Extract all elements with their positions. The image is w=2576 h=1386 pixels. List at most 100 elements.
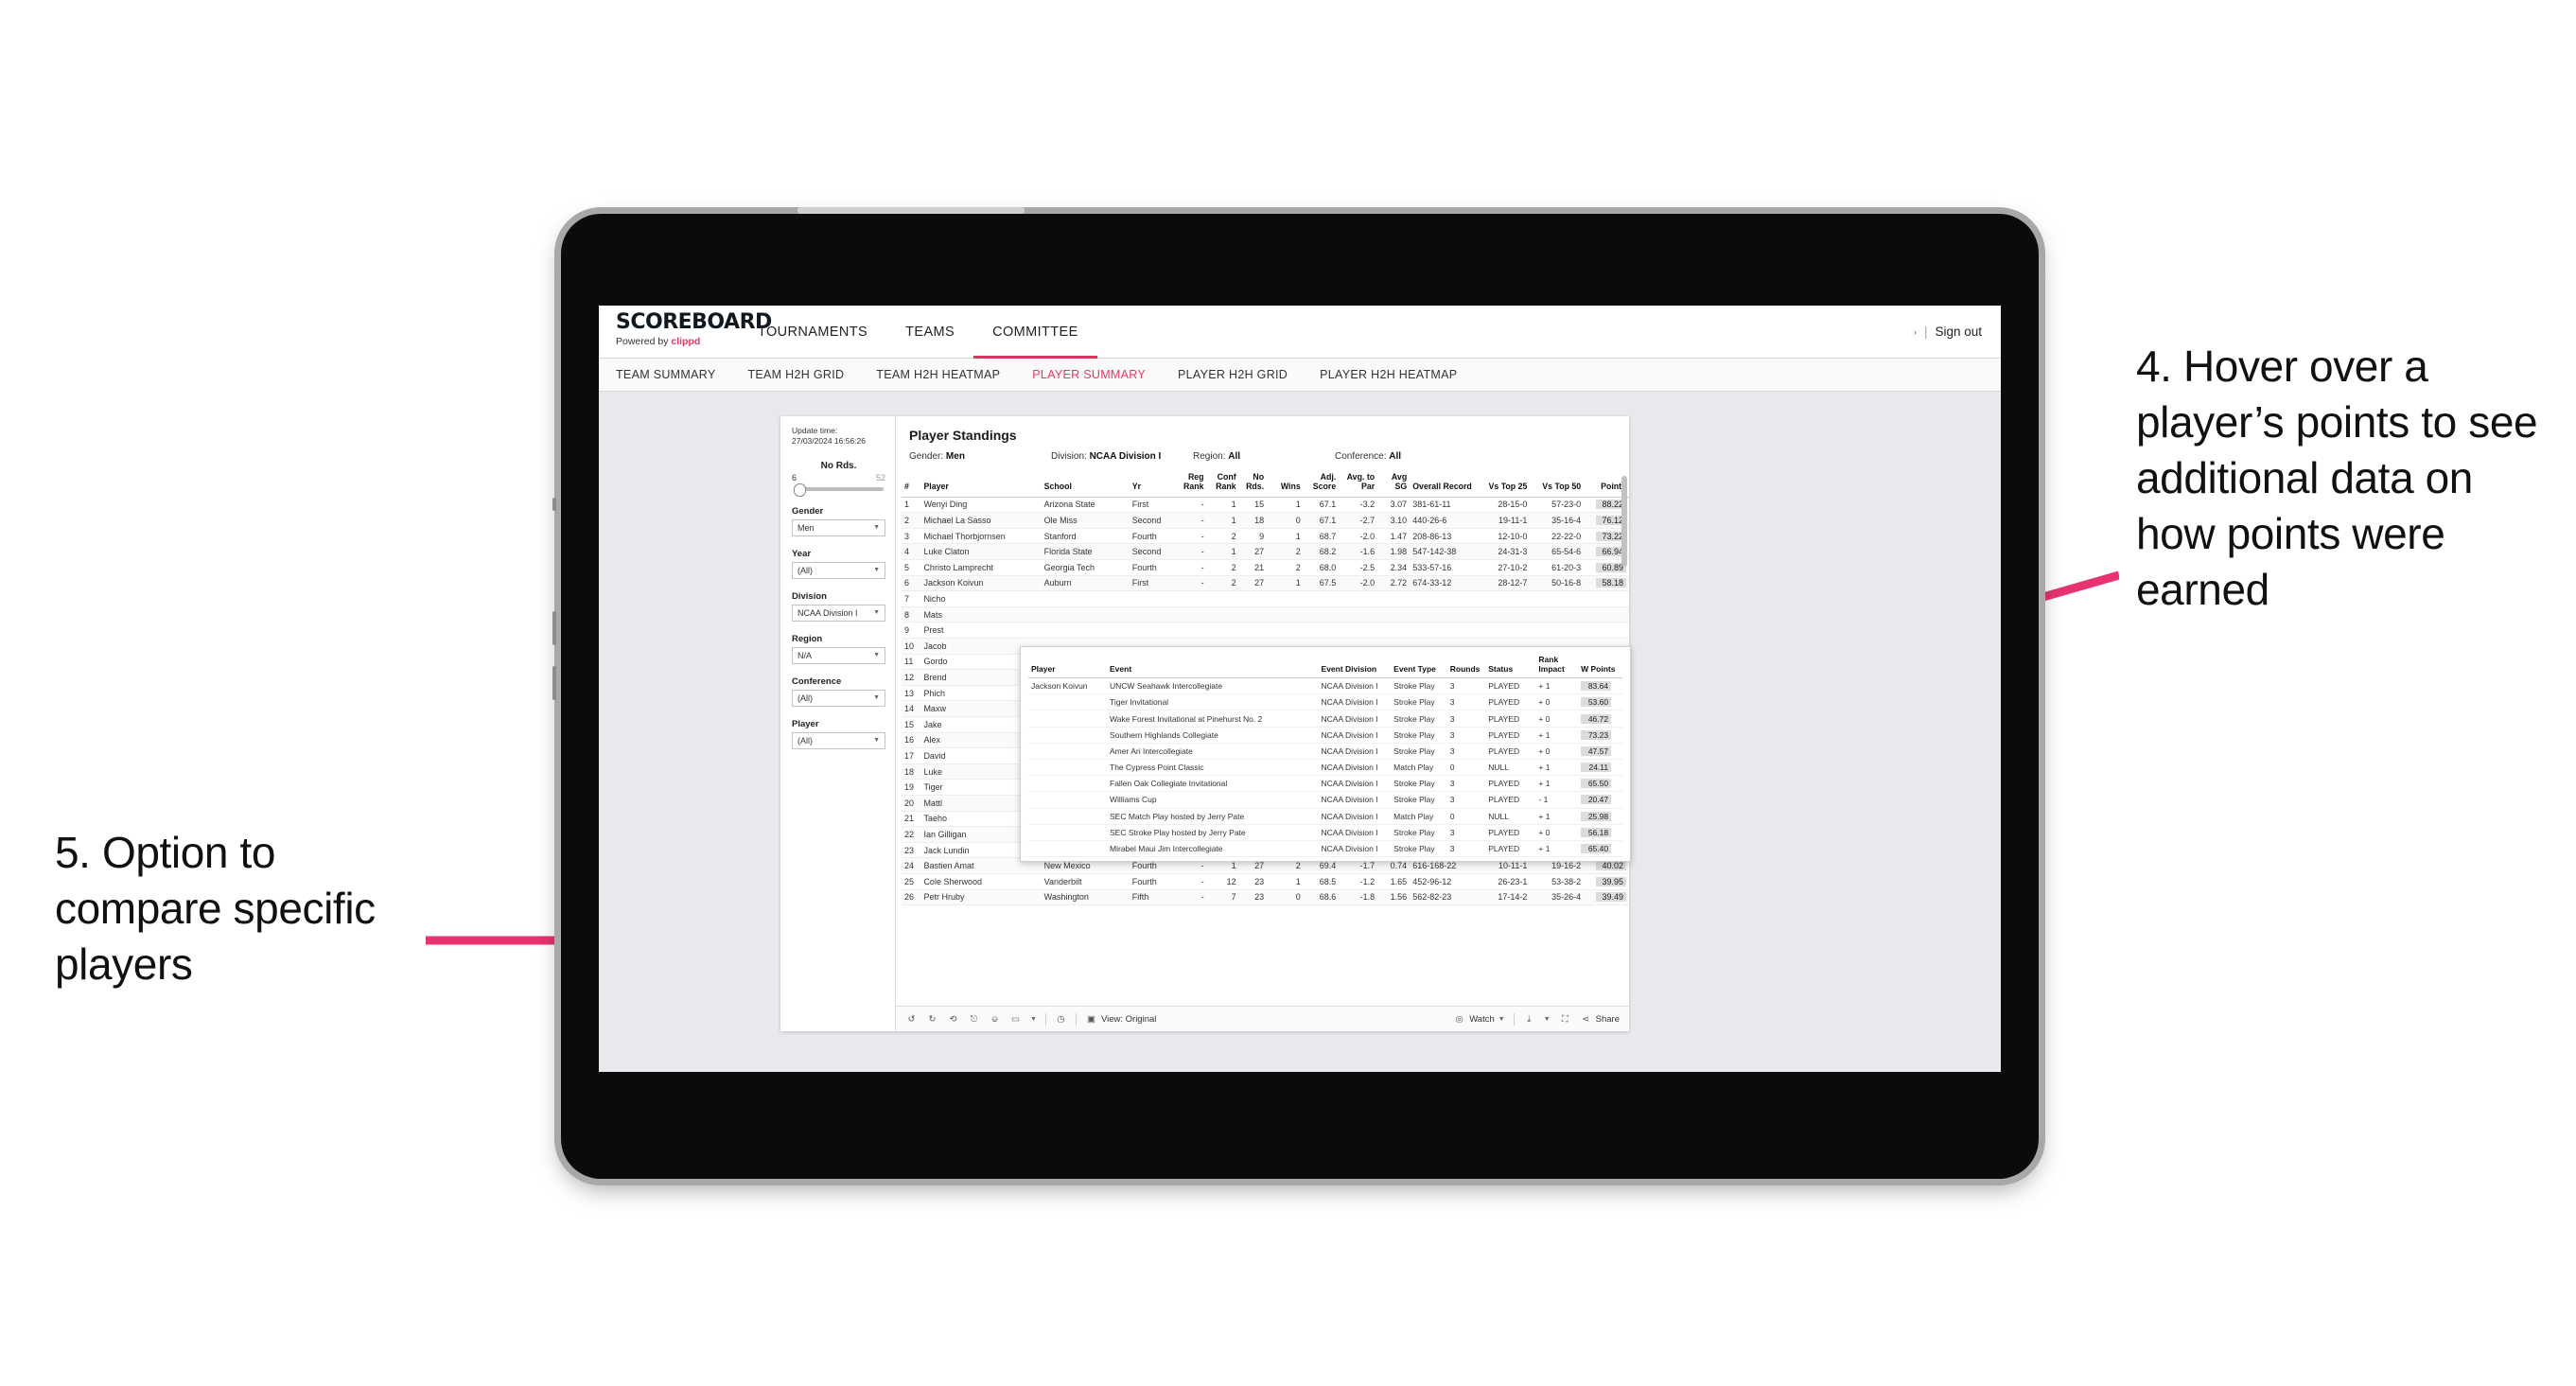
col-reg-rank[interactable]: Reg Rank <box>1174 470 1207 498</box>
history-icon[interactable]: ◷ <box>1055 1013 1067 1026</box>
cell-num: 26 <box>902 889 921 906</box>
subnav-item-player-summary[interactable]: PLAYER SUMMARY <box>1016 368 1162 381</box>
subnav-item-player-h2h-heatmap[interactable]: PLAYER H2H HEATMAP <box>1304 368 1473 381</box>
chevron-down-icon[interactable]: ▼ <box>1030 1016 1037 1023</box>
col-conf-rank[interactable]: Conf Rank <box>1206 470 1239 498</box>
view-original-button[interactable]: ▣ View: Original <box>1085 1013 1156 1026</box>
col-adj-score[interactable]: Adj. Score <box>1303 470 1340 498</box>
cell-player: Nicho <box>920 590 1042 607</box>
player-filter-label: Player <box>792 718 819 729</box>
table-row[interactable]: 2 Michael La Sasso Ole Miss Second -1 18 0 67.1… <box>902 512 1629 529</box>
col-overall-record[interactable]: Overall Record <box>1410 470 1477 498</box>
gender-filter: Gender Men ▼ <box>792 506 885 536</box>
col-yr[interactable]: Yr <box>1129 470 1175 498</box>
cell-num: 12 <box>902 669 921 686</box>
topnav-item-committee[interactable]: COMMITTEE <box>973 306 1097 359</box>
sign-out-link[interactable]: Sign out <box>1935 325 1982 339</box>
table-row[interactable]: 9 Prest <box>902 622 1629 640</box>
cell-player: Michael Thorbjornsen <box>920 528 1042 545</box>
download-icon[interactable]: ⤓ <box>1523 1013 1535 1026</box>
division-filter-value: NCAA Division I <box>797 607 858 618</box>
table-row[interactable]: 5 Christo Lamprecht Georgia Tech Fourth -2 21… <box>902 559 1629 576</box>
refresh-data-icon[interactable]: ⎋ <box>968 1013 980 1026</box>
cell-rds <box>1238 622 1268 640</box>
col-player[interactable]: Player <box>920 470 1042 498</box>
topnav-item-tournaments[interactable]: TOURNAMENTS <box>739 306 886 358</box>
gender-filter-select[interactable]: Men ▼ <box>792 518 885 536</box>
meta-conference-value: All <box>1389 451 1402 462</box>
table-row[interactable]: 1 Wenyi Ding Arizona State First -1 15 1 67.1 -3… <box>902 497 1629 514</box>
no-rounds-slider-filter[interactable]: No Rds. 6 52 <box>792 461 885 497</box>
undo-icon[interactable]: ↺ <box>905 1013 918 1026</box>
subnav-item-team-summary[interactable]: TEAM SUMMARY <box>616 368 731 381</box>
cell-sg: 1.56 <box>1377 889 1411 906</box>
tcell-rank: + 1 <box>1535 840 1579 858</box>
redo-icon[interactable]: ↻ <box>926 1013 938 1026</box>
tcell-event: Tiger Invitational <box>1107 693 1319 711</box>
meta-gender-value: Men <box>945 451 965 462</box>
w-points-value: 73.23 <box>1581 729 1612 740</box>
year-filter: Year (All) ▼ <box>792 549 885 579</box>
subnav-item-player-h2h-grid[interactable]: PLAYER H2H GRID <box>1162 368 1304 381</box>
header-divider: | <box>1923 325 1928 339</box>
fullscreen-icon[interactable]: ⛶ <box>1559 1013 1571 1026</box>
revert-icon[interactable]: ⟲ <box>947 1013 959 1026</box>
col-wins[interactable]: Wins <box>1267 470 1304 498</box>
share-button[interactable]: ⋖ Share <box>1580 1013 1620 1026</box>
tooltip-row: SEC Stroke Play hosted by Jerry Pate NCAA… <box>1028 824 1622 841</box>
cell-school: Washington <box>1041 889 1130 906</box>
slider-handle[interactable] <box>794 482 806 497</box>
tooltip-table: Player Event Event Division Event Type R… <box>1028 653 1622 858</box>
chevron-right-icon[interactable]: › <box>1914 327 1917 337</box>
table-row[interactable]: 3 Michael Thorbjornsen Stanford Fourth -2 9 1 6… <box>902 528 1629 545</box>
table-row[interactable]: 25 Cole Sherwood Vanderbilt Fourth -12 23 1 68.… <box>902 873 1629 890</box>
cell-pts: 58.18 <box>1584 575 1629 592</box>
table-row[interactable]: 4 Luke Claton Florida State Second -1 27 2 68.2… <box>902 543 1629 561</box>
col-rank[interactable]: # <box>902 470 921 498</box>
pause-auto-update-icon[interactable]: ⎉ <box>989 1013 1001 1026</box>
watch-button[interactable]: ◎ Watch ▼ <box>1453 1013 1505 1026</box>
col-vs-top-25[interactable]: Vs Top 25 <box>1476 470 1531 498</box>
points-value[interactable]: 40.02 <box>1596 861 1626 871</box>
conference-filter-select[interactable]: (All) ▼ <box>792 689 885 707</box>
topnav-item-teams[interactable]: TEAMS <box>886 306 973 358</box>
tcell-wpoints: 56.18 <box>1578 824 1622 841</box>
cell-yr <box>1129 590 1175 607</box>
chevron-down-icon[interactable]: ▼ <box>1544 1016 1551 1023</box>
division-filter-select[interactable]: NCAA Division I ▼ <box>792 604 885 622</box>
table-row[interactable]: 26 Petr Hruby Washington Fifth -7 23 0 68.6 -1.8… <box>902 889 1629 906</box>
cell-yr: Fourth <box>1129 559 1175 576</box>
cell-wins <box>1267 590 1304 607</box>
device-preview-icon[interactable]: ▭ <box>1009 1013 1022 1026</box>
region-filter-select[interactable]: N/A ▼ <box>792 646 885 664</box>
col-avg-to-par[interactable]: Avg. to Par <box>1339 470 1378 498</box>
cell-school: Stanford <box>1041 528 1130 545</box>
col-school[interactable]: School <box>1041 470 1130 498</box>
year-filter-select[interactable]: (All) ▼ <box>792 561 885 579</box>
cell-t50: 61-20-3 <box>1530 559 1585 576</box>
col-vs-top-50[interactable]: Vs Top 50 <box>1530 470 1585 498</box>
points-value[interactable]: 39.95 <box>1596 876 1626 886</box>
table-row[interactable]: 7 Nicho <box>902 590 1629 607</box>
col-avg-sg[interactable]: Avg SG <box>1377 470 1411 498</box>
region-filter: Region N/A ▼ <box>792 634 885 664</box>
brand-logo[interactable]: SCOREBOARD Powered by clippd <box>599 306 772 358</box>
cell-yr: Second <box>1129 512 1175 529</box>
tooltip-row: SEC Match Play hosted by Jerry Pate NCAA … <box>1028 808 1622 825</box>
table-row[interactable]: 8 Mats <box>902 606 1629 623</box>
player-filter-select[interactable]: (All) ▼ <box>792 731 885 749</box>
tcell-event: Wake Forest Invitational at Pinehurst No… <box>1107 710 1319 728</box>
tcol-player: Player <box>1028 653 1108 679</box>
tcell-division: NCAA Division I <box>1318 710 1392 728</box>
slider-track[interactable] <box>794 482 884 497</box>
subnav-item-team-h2h-grid[interactable]: TEAM H2H GRID <box>731 368 860 381</box>
col-no-rds[interactable]: No Rds. <box>1238 470 1268 498</box>
tcell-player <box>1028 775 1108 793</box>
cell-num: 18 <box>902 763 921 781</box>
points-value[interactable]: 58.18 <box>1596 578 1626 588</box>
subnav-item-team-h2h-heatmap[interactable]: TEAM H2H HEATMAP <box>860 368 1016 381</box>
table-vertical-scrollbar[interactable] <box>1621 476 1627 567</box>
tcell-status: PLAYED <box>1485 677 1536 695</box>
points-value[interactable]: 39.49 <box>1596 892 1626 903</box>
table-row[interactable]: 6 Jackson Koivun Auburn First -2 27 1 67.5 -2.0 2… <box>902 575 1629 592</box>
